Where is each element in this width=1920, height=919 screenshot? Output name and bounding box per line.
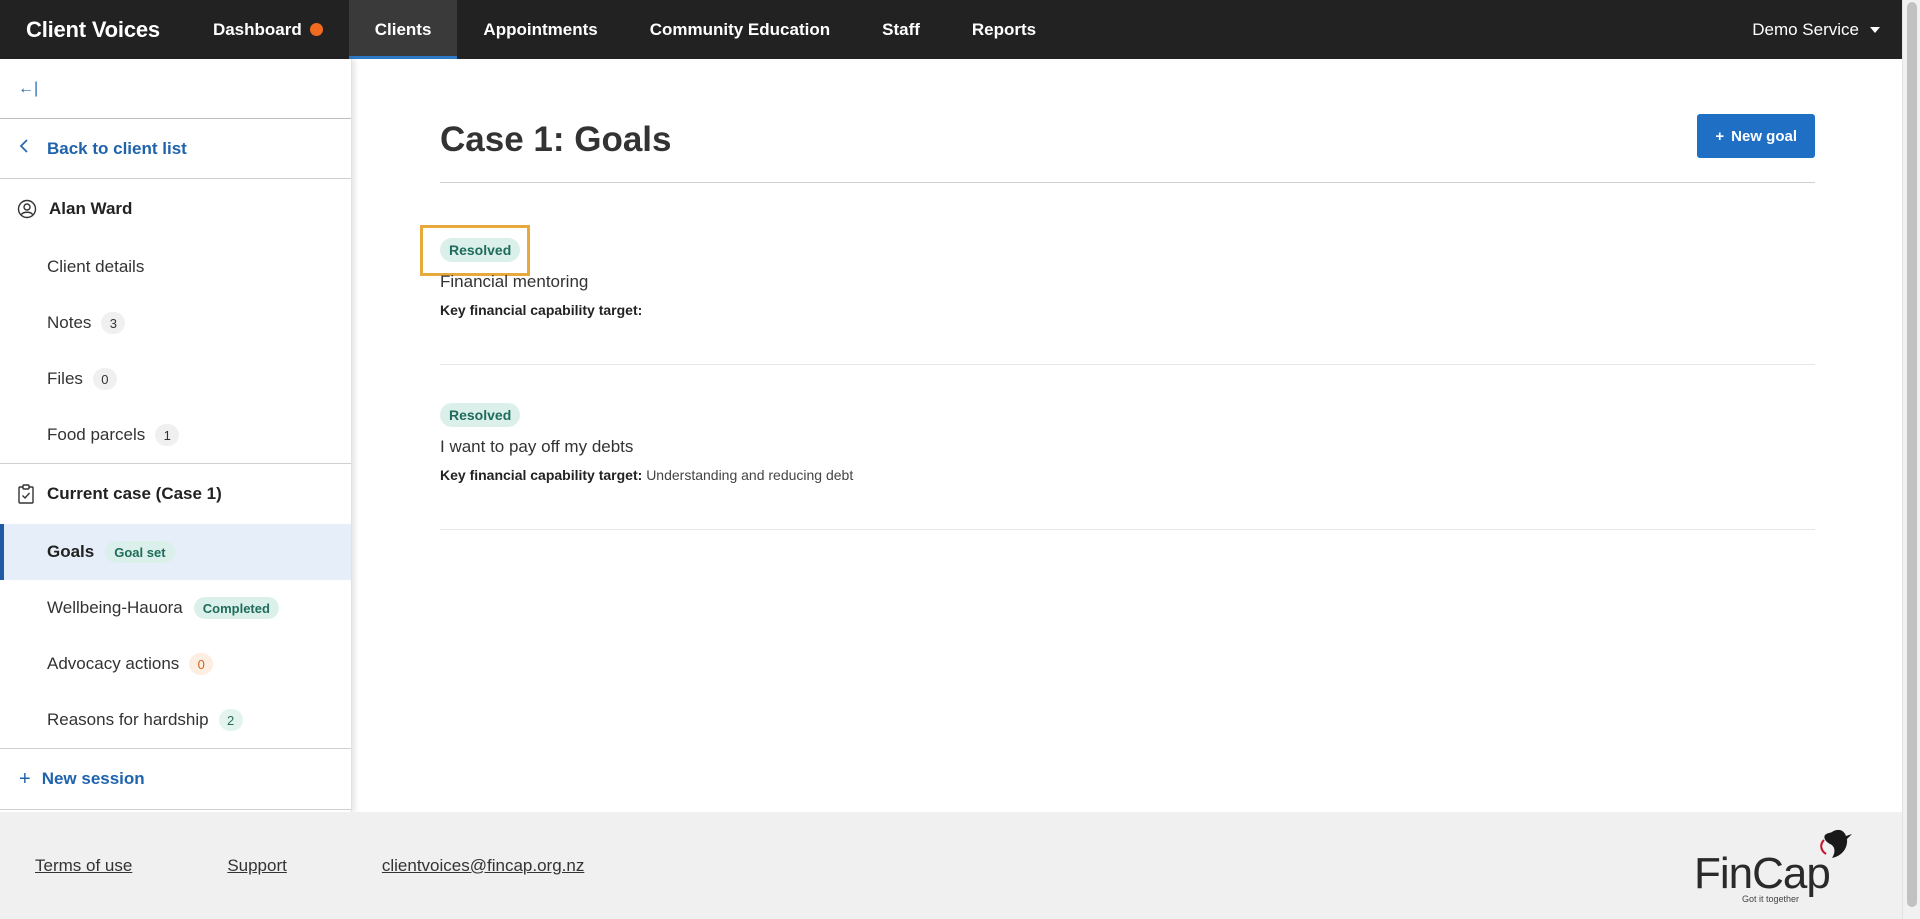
sidebar-item-goals[interactable]: Goals Goal set — [0, 524, 351, 580]
nav-appointments[interactable]: Appointments — [457, 0, 623, 59]
nav-staff[interactable]: Staff — [856, 0, 946, 59]
hardship-count-badge: 2 — [218, 709, 243, 731]
nav-appointments-label: Appointments — [483, 19, 598, 39]
chevron-left-icon — [18, 138, 47, 159]
page-title: Case 1: Goals — [440, 120, 672, 159]
new-session-button[interactable]: + New session — [0, 748, 351, 810]
brand-logo[interactable]: Client Voices — [26, 17, 160, 43]
status-badge[interactable]: Resolved — [440, 403, 521, 427]
sidebar-item-label: Wellbeing-Hauora — [47, 598, 183, 617]
nav-reports-label: Reports — [971, 19, 1037, 39]
completed-badge: Completed — [193, 597, 279, 619]
advocacy-count-badge: 0 — [189, 653, 214, 675]
goal-target-label: Key financial capability target: — [440, 302, 643, 318]
back-to-client-list-link[interactable]: Back to client list — [0, 119, 351, 179]
sidebar-item-label: Goals — [47, 542, 95, 561]
sidebar: ←| Back to client list Alan Ward Client … — [0, 59, 352, 812]
caret-down-icon — [1870, 26, 1880, 33]
clipboard-check-icon — [18, 484, 34, 504]
sidebar-collapse-row: ←| — [0, 59, 351, 119]
nav-dashboard-label: Dashboard — [212, 19, 302, 39]
sidebar-item-client-details[interactable]: Client details — [0, 239, 351, 295]
sidebar-item-label: Files — [47, 369, 83, 388]
app-root: Client Voices Dashboard Clients Appointm… — [0, 0, 1920, 919]
support-link[interactable]: Support — [227, 856, 287, 876]
back-to-client-list-label: Back to client list — [47, 138, 187, 158]
fincap-logo: FinCap Got it together — [1694, 829, 1852, 904]
nav-community-education[interactable]: Community Education — [624, 0, 856, 59]
status-badge[interactable]: Resolved — [440, 238, 521, 262]
sidebar-item-files[interactable]: Files 0 — [0, 351, 351, 407]
sidebar-item-label: Client details — [47, 257, 145, 276]
goal-target-value: Understanding and reducing debt — [646, 467, 854, 483]
client-name: Alan Ward — [49, 199, 133, 218]
sidebar-item-label: Notes — [47, 313, 92, 332]
sidebar-item-wellbeing-hauora[interactable]: Wellbeing-Hauora Completed — [0, 580, 351, 636]
logo-text: FinCap — [1694, 849, 1830, 898]
top-nav: Client Voices Dashboard Clients Appointm… — [0, 0, 1902, 59]
nav-staff-label: Staff — [882, 19, 920, 39]
new-goal-label: New goal — [1731, 127, 1797, 145]
sidebar-item-label: Advocacy actions — [47, 654, 180, 673]
goal-target: Key financial capability target: Underst… — [440, 467, 1815, 483]
new-session-label: New session — [41, 769, 145, 788]
user-circle-icon — [17, 199, 37, 219]
notification-dot-icon — [309, 23, 323, 36]
sidebar-item-label: Reasons for hardship — [47, 710, 209, 729]
goal-target-label: Key financial capability target: — [440, 467, 643, 483]
sidebar-item-reasons-for-hardship[interactable]: Reasons for hardship 2 — [0, 692, 351, 748]
notes-count-badge: 3 — [101, 312, 126, 334]
account-name: Demo Service — [1752, 19, 1859, 39]
sidebar-item-advocacy-actions[interactable]: Advocacy actions 0 — [0, 636, 351, 692]
contact-email-link[interactable]: clientvoices@fincap.org.nz — [382, 856, 584, 876]
logo-tagline: Got it together — [1742, 894, 1799, 904]
sidebar-item-notes[interactable]: Notes 3 — [0, 295, 351, 351]
food-parcels-count-badge: 1 — [155, 424, 180, 446]
scrollbar-thumb[interactable] — [1907, 2, 1917, 907]
page-header: Case 1: Goals + New goal — [440, 59, 1815, 183]
nav-clients-label: Clients — [374, 19, 432, 39]
nav-reports[interactable]: Reports — [946, 0, 1062, 59]
nav-dashboard[interactable]: Dashboard — [187, 0, 349, 59]
plus-icon: + — [19, 767, 31, 790]
new-goal-button[interactable]: + New goal — [1697, 114, 1815, 158]
sidebar-item-label: Food parcels — [47, 425, 146, 444]
footer: Terms of use Support clientvoices@fincap… — [0, 812, 1902, 919]
nav-clients[interactable]: Clients — [348, 0, 458, 59]
goal-set-badge: Goal set — [105, 541, 175, 563]
current-case-header: Current case (Case 1) — [0, 464, 351, 524]
main-content: Case 1: Goals + New goal Resolved Financ… — [420, 59, 1815, 530]
files-count-badge: 0 — [92, 368, 117, 390]
goal-title: I want to pay off my debts — [440, 437, 634, 456]
plus-icon: + — [1715, 127, 1725, 145]
nav-community-education-label: Community Education — [649, 19, 831, 39]
goal-target: Key financial capability target: — [440, 302, 1815, 318]
goal-title: Financial mentoring — [440, 272, 589, 291]
current-case-title: Current case (Case 1) — [47, 484, 222, 503]
goal-item: Resolved I want to pay off my debts Key … — [440, 365, 1815, 530]
account-dropdown[interactable]: Demo Service — [1752, 20, 1880, 40]
collapse-sidebar-icon[interactable]: ←| — [18, 80, 38, 98]
sidebar-item-food-parcels[interactable]: Food parcels 1 — [0, 407, 351, 463]
page-scrollbar[interactable] — [1902, 0, 1920, 919]
goal-item: Resolved Financial mentoring Key financi… — [440, 183, 1815, 365]
client-name-header: Alan Ward — [0, 179, 351, 239]
terms-of-use-link[interactable]: Terms of use — [35, 856, 132, 876]
